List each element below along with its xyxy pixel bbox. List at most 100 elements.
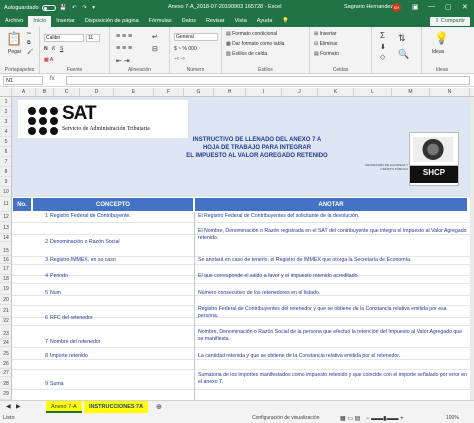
row-header[interactable]: 21 xyxy=(0,305,11,317)
underline-button[interactable]: S xyxy=(60,46,63,52)
row-header[interactable]: 8 xyxy=(0,167,11,177)
tab-formulas[interactable]: Fórmulas xyxy=(144,16,177,27)
formula-input[interactable] xyxy=(66,76,470,85)
col-header[interactable]: C xyxy=(54,88,80,97)
tab-insertar[interactable]: Insertar xyxy=(51,16,80,27)
cell-styles-button[interactable]: ▧ Estilos de celda xyxy=(226,51,267,57)
concepto-cell[interactable]: RFC del retenedor xyxy=(50,315,194,322)
format-cells-button[interactable]: ▤ Formato xyxy=(314,51,339,57)
decimal-icons[interactable]: ⁺⁰ ⁻⁰ xyxy=(174,57,185,63)
col-header[interactable]: J xyxy=(282,88,318,97)
anotar-cell[interactable]: Registro Federal de Contribuyentes del r… xyxy=(198,306,468,319)
sheet-tab-anexo[interactable]: Anexo 7-A xyxy=(46,401,82,413)
row-header[interactable]: 28 xyxy=(0,377,11,389)
ribbon-display-icon[interactable]: ▣ xyxy=(412,3,419,11)
row-number[interactable]: 9 xyxy=(12,381,48,388)
name-box[interactable]: N1 xyxy=(3,76,43,85)
autosave-toggle[interactable] xyxy=(41,4,56,11)
row-header[interactable]: 20 xyxy=(0,295,11,305)
row-header[interactable]: 29 xyxy=(0,389,11,400)
delete-cells-button[interactable]: ⊟ Eliminar xyxy=(314,41,338,47)
anotar-cell[interactable]: El Nombre, Denominación o Razón registra… xyxy=(198,228,468,241)
autosum-button[interactable]: Σ xyxy=(380,31,385,40)
row-header[interactable]: 15 xyxy=(0,242,11,256)
col-header[interactable]: B xyxy=(36,88,54,97)
share-button[interactable]: ⇪ Compartir xyxy=(429,17,470,26)
row-header[interactable]: 14 xyxy=(0,234,11,242)
tab-revisar[interactable]: Revisar xyxy=(201,16,230,27)
concepto-cell[interactable]: Num xyxy=(50,290,194,297)
display-settings[interactable]: Configuración de visualización xyxy=(252,415,320,421)
row-number[interactable]: 3 xyxy=(12,257,48,264)
concepto-cell[interactable]: Registro IMMEX, en su caso xyxy=(50,257,194,264)
select-all-corner[interactable] xyxy=(0,88,12,97)
row-header[interactable]: 22 xyxy=(0,317,11,325)
zoom-level[interactable]: 100% xyxy=(446,415,459,421)
row-header[interactable]: 13 xyxy=(0,222,11,234)
tab-ayuda[interactable]: Ayuda xyxy=(252,16,278,27)
anotar-cell[interactable]: El Registro Federal de Contribuyentes de… xyxy=(198,213,468,220)
row-header[interactable]: 12 xyxy=(0,212,11,222)
row-header[interactable]: 9 xyxy=(0,177,11,187)
format-table-button[interactable]: ▦ Dar formato como tabla xyxy=(226,41,284,47)
find-icon[interactable]: 🔍 xyxy=(398,49,409,60)
sort-filter-icon[interactable]: ⇅ xyxy=(398,33,406,44)
col-header[interactable]: A xyxy=(12,88,36,97)
row-header[interactable]: 26 xyxy=(0,359,11,369)
italic-button[interactable]: K xyxy=(52,46,55,52)
tab-vista[interactable]: Vista xyxy=(230,16,252,27)
clear-icon[interactable]: ◇ xyxy=(380,53,385,61)
row-number[interactable]: 8 xyxy=(12,353,48,360)
user-name[interactable]: Sagrario Hernandez xyxy=(344,4,393,10)
sheet-nav-prev-icon[interactable]: ◀ xyxy=(6,403,11,410)
row-header[interactable]: 25 xyxy=(0,347,11,359)
row-header[interactable]: 10 xyxy=(0,187,11,197)
concepto-cell[interactable]: Denominación o Razón Social xyxy=(50,239,194,246)
indent-icons[interactable]: ⇤ ⇥ xyxy=(116,57,130,65)
fx-icon[interactable]: fx xyxy=(50,76,55,82)
row-header[interactable]: 5 xyxy=(0,137,11,147)
row-header[interactable]: 3 xyxy=(0,117,11,127)
row-header[interactable]: 27 xyxy=(0,369,11,377)
row-header[interactable]: 6 xyxy=(0,147,11,157)
col-header[interactable]: H xyxy=(214,88,246,97)
col-header[interactable]: L xyxy=(354,88,392,97)
font-name-select[interactable]: Calibri xyxy=(44,34,84,42)
concepto-cell[interactable]: Periodo xyxy=(50,273,194,280)
ideas-button[interactable]: Ideas xyxy=(432,49,444,55)
font-color-icon[interactable]: ▦ A xyxy=(44,57,53,63)
copy-icon[interactable]: ⧉ xyxy=(27,40,31,46)
font-size-select[interactable]: 11 xyxy=(86,34,100,42)
row-header[interactable]: 24 xyxy=(0,339,11,347)
tab-disposicion[interactable]: Disposición de página xyxy=(80,16,144,27)
col-header[interactable]: N xyxy=(430,88,470,97)
wrap-text-icon[interactable]: ↵ xyxy=(152,33,158,41)
concepto-cell[interactable]: Suma xyxy=(50,381,194,388)
row-header[interactable]: 18 xyxy=(0,275,11,283)
row-header[interactable]: 19 xyxy=(0,283,11,295)
cut-icon[interactable]: ✂ xyxy=(27,31,31,37)
paste-icon[interactable]: 📋 xyxy=(6,31,22,47)
row-header[interactable]: 1 xyxy=(0,97,11,107)
quick-access-icons[interactable]: 💾 ↶ ↷ ▾ xyxy=(60,5,97,11)
insert-cells-button[interactable]: ⊞ Insertar xyxy=(314,31,337,37)
row-number[interactable]: 1 xyxy=(12,213,48,220)
tab-datos[interactable]: Datos xyxy=(177,16,201,27)
anotar-cell[interactable]: Se anotará en caso de tenerlo, el Regist… xyxy=(198,257,468,264)
row-header[interactable]: 11 xyxy=(0,197,11,212)
align-top-icons[interactable]: ≡ ≡ ≡ xyxy=(116,33,132,40)
col-header[interactable]: K xyxy=(318,88,354,97)
row-header[interactable]: 16 xyxy=(0,256,11,264)
number-format-select[interactable]: General xyxy=(174,33,218,41)
row-number[interactable]: 4 xyxy=(12,273,48,280)
ideas-icon[interactable]: 💡 xyxy=(434,31,449,45)
bold-button[interactable]: N xyxy=(44,46,48,52)
row-header[interactable]: 17 xyxy=(0,264,11,275)
vertical-scrollbar[interactable] xyxy=(470,97,474,400)
close-button[interactable]: ✕ xyxy=(462,3,468,11)
col-header[interactable]: I xyxy=(246,88,282,97)
row-header[interactable]: 7 xyxy=(0,157,11,167)
lightbulb-icon[interactable]: 💡 xyxy=(277,16,294,27)
view-mode-icons[interactable]: ▦ ▭ ▤ xyxy=(340,415,360,422)
format-painter-icon[interactable]: 🖌 xyxy=(27,49,33,55)
